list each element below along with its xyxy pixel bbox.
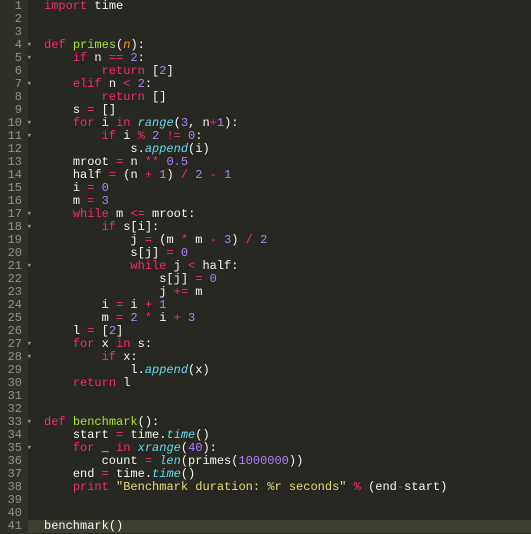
line-gutter: 1234▾5▾67▾8910▾11▾121314151617▾18▾192021… <box>0 0 28 534</box>
line-number[interactable]: 41 <box>4 520 22 533</box>
code-area[interactable]: import timedef primes(n): if n == 2: ret… <box>28 0 531 534</box>
code-line[interactable] <box>44 494 531 507</box>
code-line[interactable]: import time <box>44 0 531 13</box>
code-line[interactable]: return l <box>44 377 531 390</box>
code-editor[interactable]: 1234▾5▾67▾8910▾11▾121314151617▾18▾192021… <box>0 0 531 534</box>
code-line[interactable]: return [] <box>44 91 531 104</box>
code-line[interactable]: half = (n + 1) / 2 - 1 <box>44 169 531 182</box>
code-line[interactable] <box>44 13 531 26</box>
code-line[interactable]: print "Benchmark duration: %r seconds" %… <box>44 481 531 494</box>
code-line[interactable] <box>44 390 531 403</box>
code-line[interactable]: i = 0 <box>44 182 531 195</box>
